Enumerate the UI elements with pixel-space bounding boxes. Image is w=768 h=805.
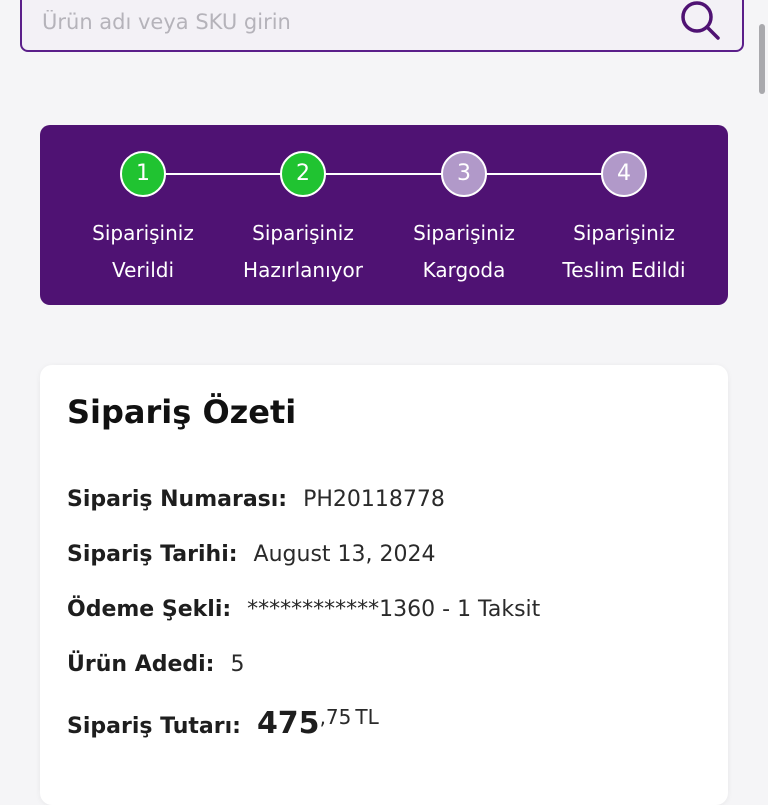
payment-method-row: Ödeme Şekli: ************1360 - 1 Taksit (67, 597, 540, 622)
step-1-label: Siparişiniz Verildi (58, 215, 228, 289)
order-number-label: Sipariş Numarası: (67, 487, 288, 512)
scrollbar-thumb[interactable] (759, 24, 765, 94)
order-total-currency: TL (355, 705, 379, 729)
order-date-row: Sipariş Tarihi: August 13, 2024 (67, 542, 436, 567)
step-1-label-line1: Siparişiniz (92, 221, 194, 245)
item-count-row: Ürün Adedi: 5 (67, 652, 244, 677)
order-summary-card: Sipariş Özeti Sipariş Numarası: PH2011877… (40, 365, 728, 805)
search-icon[interactable] (678, 0, 722, 42)
order-number-value: PH20118778 (303, 487, 445, 512)
step-2-label: Siparişiniz Hazırlanıyor (218, 215, 388, 289)
order-date-label: Sipariş Tarihi: (67, 542, 238, 567)
step-3-circle: 3 (441, 151, 487, 197)
search-bar[interactable] (20, 0, 744, 52)
step-4-label: Siparişiniz Teslim Edildi (539, 215, 709, 289)
step-4-circle: 4 (601, 151, 647, 197)
step-4-label-line1: Siparişiniz (573, 221, 675, 245)
order-total-cents: ,75 (319, 705, 352, 729)
step-3-label-line2: Kargoda (422, 258, 506, 282)
order-summary-title: Sipariş Özeti (67, 393, 297, 431)
tracker-connector-1-2 (143, 173, 303, 175)
order-total-row: Sipariş Tutarı: 475,75 TL (67, 705, 379, 741)
order-date-value: August 13, 2024 (253, 542, 436, 567)
order-status-tracker: 1 2 3 4 Siparişiniz Verildi Siparişiniz … (40, 125, 728, 305)
step-1-circle: 1 (120, 151, 166, 197)
step-4-label-line2: Teslim Edildi (562, 258, 686, 282)
step-2-label-line2: Hazırlanıyor (243, 258, 363, 282)
payment-method-value: ************1360 - 1 Taksit (247, 597, 541, 622)
step-3-label-line1: Siparişiniz (413, 221, 515, 245)
tracker-connector-3-4 (464, 173, 624, 175)
tracker-connector-2-3 (303, 173, 464, 175)
step-2-circle: 2 (280, 151, 326, 197)
item-count-label: Ürün Adedi: (67, 652, 215, 677)
item-count-value: 5 (230, 652, 245, 677)
order-total-whole: 475 (256, 706, 320, 741)
step-1-label-line2: Verildi (111, 258, 175, 282)
payment-method-label: Ödeme Şekli: (67, 597, 232, 622)
order-total-label: Sipariş Tutarı: (67, 714, 241, 739)
step-3-label: Siparişiniz Kargoda (379, 215, 549, 289)
order-number-row: Sipariş Numarası: PH20118778 (67, 487, 445, 512)
search-input[interactable] (42, 4, 642, 40)
step-2-label-line1: Siparişiniz (252, 221, 354, 245)
